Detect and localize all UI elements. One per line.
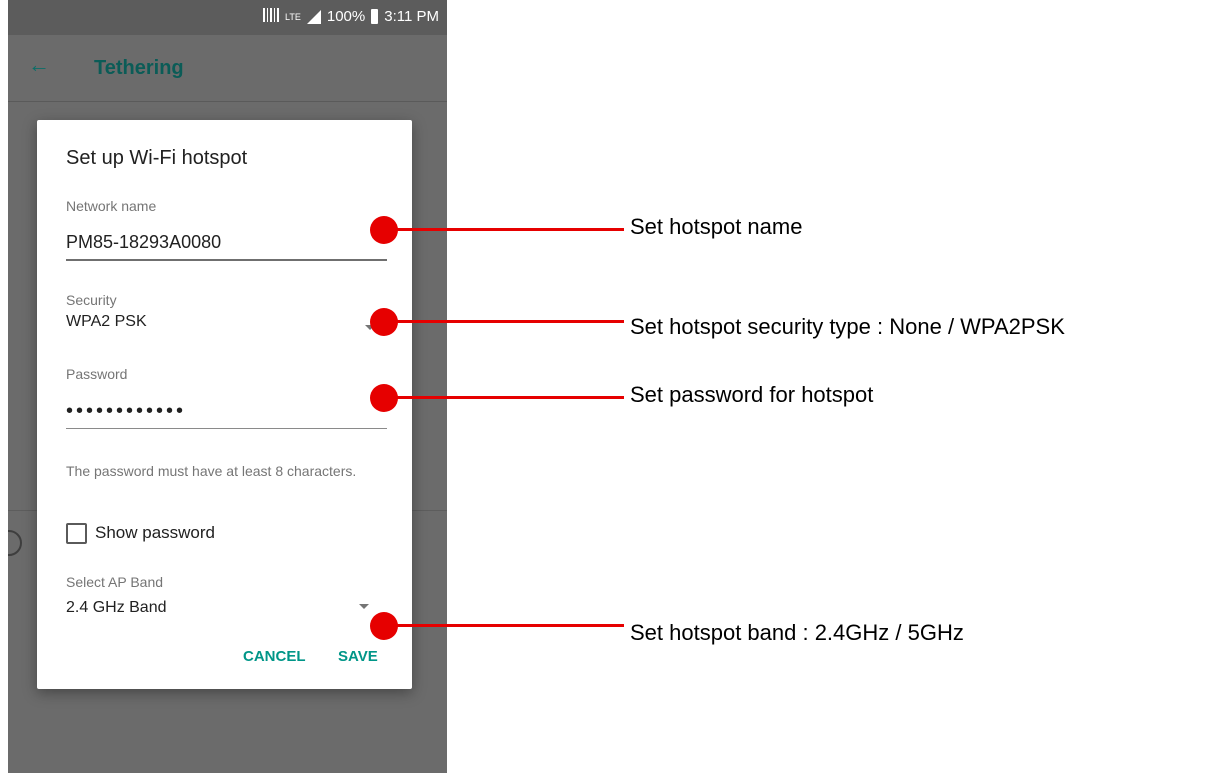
page-title: Tethering xyxy=(94,57,184,79)
show-password-label[interactable]: Show password xyxy=(95,523,215,543)
save-button[interactable]: SAVE xyxy=(338,648,378,665)
background-radio xyxy=(8,530,22,556)
security-select[interactable]: WPA2 PSK xyxy=(66,313,147,331)
network-name-input[interactable]: PM85-18293A0080 xyxy=(66,232,221,253)
chevron-down-icon[interactable] xyxy=(359,604,369,609)
lte-label: LTE xyxy=(285,11,301,22)
callout-dot-2 xyxy=(370,308,398,336)
status-bar: LTE 100% 3:11 PM xyxy=(8,0,447,35)
ap-band-select[interactable]: 2.4 GHz Band xyxy=(66,599,167,617)
battery-percent: 100% xyxy=(326,8,366,25)
app-bar: ← Tethering xyxy=(8,35,447,102)
network-name-underline xyxy=(66,259,387,261)
callout-dot-3 xyxy=(370,384,398,412)
callout-password: Set password for hotspot xyxy=(630,382,874,407)
security-label: Security xyxy=(66,292,117,308)
callout-line-4 xyxy=(396,624,624,627)
password-underline xyxy=(66,428,387,429)
cancel-button[interactable]: CANCEL xyxy=(243,648,306,665)
callout-security-type: Set hotspot security type : None / WPA2P… xyxy=(630,314,1065,339)
callout-line-2 xyxy=(396,320,624,323)
password-label: Password xyxy=(66,366,128,382)
hotspot-dialog: Set up Wi-Fi hotspot Network name PM85-1… xyxy=(37,120,412,689)
callout-band: Set hotspot band : 2.4GHz / 5GHz xyxy=(630,620,964,645)
ap-band-label: Select AP Band xyxy=(66,574,164,590)
callout-line-3 xyxy=(396,396,624,399)
callout-line-1 xyxy=(396,228,624,231)
barcode-icon xyxy=(263,8,280,25)
callout-hotspot-name: Set hotspot name xyxy=(630,214,803,239)
battery-icon xyxy=(371,9,379,24)
clock: 3:11 PM xyxy=(384,8,439,25)
password-hint: The password must have at least 8 charac… xyxy=(66,463,357,479)
arrow-left-icon[interactable]: ← xyxy=(28,53,52,77)
dialog-title: Set up Wi-Fi hotspot xyxy=(66,147,248,169)
callout-dot-1 xyxy=(370,216,398,244)
password-input[interactable]: •••••••••••• xyxy=(66,400,186,423)
callout-dot-4 xyxy=(370,612,398,640)
network-name-label: Network name xyxy=(66,198,157,214)
show-password-checkbox[interactable] xyxy=(66,523,87,544)
signal-icon xyxy=(306,9,321,24)
